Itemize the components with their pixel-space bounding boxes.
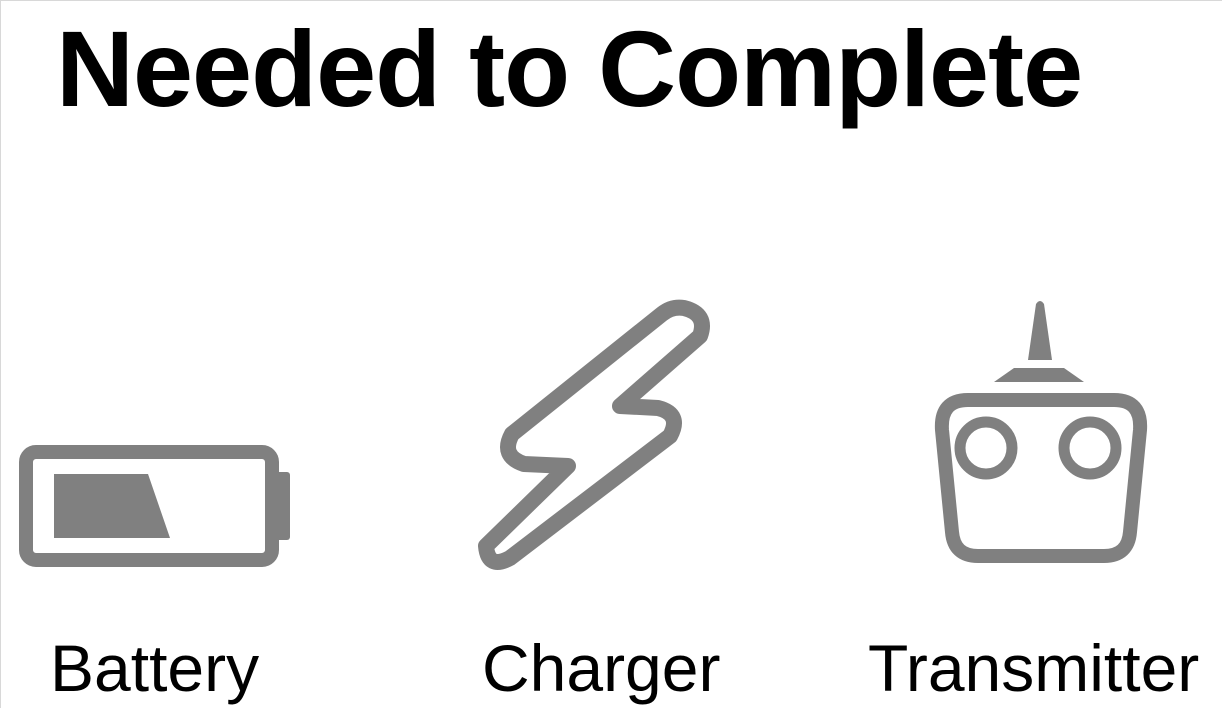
- charger-label: Charger: [482, 631, 721, 705]
- battery-label: Battery: [50, 631, 260, 705]
- remote-control-transmitter-icon: [928, 296, 1158, 576]
- transmitter-label: Transmitter: [868, 631, 1200, 705]
- lightning-bolt-icon: [472, 296, 722, 576]
- page-title: Needed to Complete: [56, 8, 1083, 129]
- battery-icon: [14, 440, 296, 570]
